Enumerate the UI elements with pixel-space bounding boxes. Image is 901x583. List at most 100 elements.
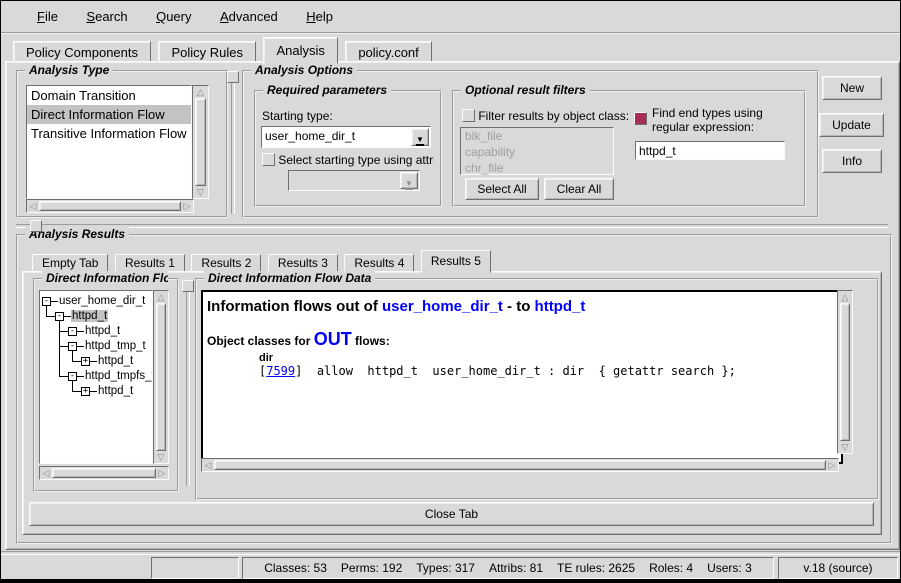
tree-hscrollbar[interactable]: ◁ ▷ (39, 466, 169, 480)
tree-data-sash-handle[interactable] (182, 280, 194, 292)
stat-perms: Perms: 192 (334, 561, 409, 575)
data-hscrollbar[interactable]: ◁ ▷ (201, 458, 839, 472)
main-tab-bar: Policy Components Policy Rules Analysis … (13, 37, 435, 61)
rule-number-link[interactable]: 7599 (266, 364, 295, 378)
tree-node-label[interactable]: httpd_tmpfs_t (84, 370, 153, 382)
attrib-checkbox-row[interactable]: Select starting type using attrib: (262, 152, 434, 167)
tree-node-label[interactable]: httpd_t (84, 325, 121, 337)
flow-data-textarea[interactable]: Information flows out of user_home_dir_t… (201, 290, 843, 464)
starting-type-label: Starting type: (262, 109, 333, 123)
flow-tree[interactable]: -user_home_dir_t -httpd_t -httpd_t -http… (39, 290, 153, 464)
menu-file[interactable]: File (25, 7, 70, 26)
tree-node[interactable]: -user_home_dir_t (40, 294, 152, 309)
tree-node-label-selected[interactable]: httpd_t (71, 310, 108, 322)
filter-checkbox-row[interactable]: Filter results by object class: (462, 108, 629, 123)
expander-icon[interactable]: + (81, 357, 90, 366)
window-bottom-edge (1, 579, 900, 582)
filter-by-class-label: Filter results by object class: (478, 109, 629, 123)
results-tab-bar: Empty Tab Results 1 Results 2 Results 3 … (32, 250, 493, 271)
list-item[interactable]: Transitive Information Flow (27, 124, 191, 143)
object-class-label: dir (259, 352, 837, 364)
stat-users: Users: 3 (700, 561, 759, 575)
tree-node[interactable]: + httpd_t (40, 384, 152, 399)
analysis-results-frame: Analysis Results Empty Tab Results 1 Res… (16, 234, 892, 544)
tab-analysis[interactable]: Analysis (263, 37, 337, 64)
stat-attribs: Attribs: 81 (482, 561, 550, 575)
tree-node[interactable]: -httpd_t (40, 309, 152, 324)
update-button[interactable]: Update (819, 113, 884, 137)
analysis-type-vscrollbar[interactable]: △ ▽ (192, 85, 209, 199)
scroll-thumb[interactable] (52, 468, 156, 478)
scroll-thumb[interactable] (156, 303, 166, 451)
pane-sash[interactable] (231, 82, 235, 214)
pane-sash-handle[interactable] (227, 71, 239, 83)
scroll-down-icon[interactable]: ▽ (193, 186, 208, 198)
new-button[interactable]: New (822, 76, 882, 100)
apol-window: File Search Query Advanced Help Policy C… (0, 0, 901, 583)
regex-checkbox-label: Find end types using regular expression: (652, 106, 786, 134)
scroll-thumb[interactable] (39, 201, 181, 211)
menu-query[interactable]: Query (144, 7, 203, 26)
filter-by-class-checkbox[interactable] (462, 109, 475, 122)
tree-vscrollbar[interactable]: △ ▽ (153, 290, 169, 464)
regex-input[interactable] (635, 141, 785, 160)
scroll-up-icon[interactable]: △ (154, 291, 168, 303)
expander-icon[interactable]: - (68, 372, 77, 381)
scroll-thumb[interactable] (840, 303, 850, 441)
optional-result-filters-frame: Optional result filters Filter results b… (452, 90, 806, 207)
scroll-down-icon[interactable]: ▽ (154, 451, 168, 463)
analysis-type-hscrollbar[interactable]: ◁ ▷ (26, 199, 194, 213)
scroll-right-icon[interactable]: ▷ (181, 200, 193, 212)
tree-node[interactable]: -httpd_tmp_t (40, 339, 152, 354)
tree-node[interactable]: -httpd_t (40, 324, 152, 339)
scroll-down-icon[interactable]: ▽ (838, 441, 852, 453)
results-sash-handle[interactable] (30, 220, 42, 232)
tree-data-sash[interactable] (186, 291, 190, 486)
statusbar-separator (1, 551, 900, 555)
tree-node-label[interactable]: httpd_tmp_t (84, 340, 147, 352)
close-tab-button[interactable]: Close Tab (29, 502, 874, 526)
stat-types: Types: 317 (409, 561, 482, 575)
flow-data-title: Direct Information Flow Data (204, 271, 375, 285)
menu-search[interactable]: Search (74, 7, 139, 26)
scroll-right-icon[interactable]: ▷ (826, 459, 838, 471)
flow-tree-frame: Direct Information Flow Tree (33, 278, 179, 492)
analysis-type-listbox[interactable]: Domain Transition Direct Information Flo… (26, 85, 192, 199)
expander-icon[interactable]: - (68, 327, 77, 336)
select-all-button[interactable]: Select All (465, 178, 539, 200)
data-vscrollbar[interactable]: △ ▽ (837, 290, 853, 454)
scroll-left-icon[interactable]: ◁ (40, 467, 52, 479)
tree-node-label[interactable]: httpd_t (97, 385, 134, 397)
regex-checkbox[interactable] (634, 112, 647, 125)
attrib-checkbox[interactable] (262, 153, 275, 166)
flow-heading: Information flows out of user_home_dir_t… (207, 298, 837, 315)
results-sash[interactable] (16, 224, 888, 228)
menu-advanced[interactable]: Advanced (208, 7, 290, 26)
tree-node-label[interactable]: user_home_dir_t (58, 295, 146, 307)
scroll-up-icon[interactable]: △ (193, 86, 208, 98)
scroll-right-icon[interactable]: ▷ (156, 467, 168, 479)
tree-node[interactable]: + httpd_t (40, 354, 152, 369)
tab-results-5[interactable]: Results 5 (421, 250, 491, 273)
starting-type-combobox[interactable]: user_home_dir_t ▼ (261, 126, 431, 148)
menu-help[interactable]: Help (294, 7, 345, 26)
tree-node-label[interactable]: httpd_t (97, 355, 134, 367)
expander-icon[interactable]: + (81, 387, 90, 396)
scroll-up-icon[interactable]: △ (838, 291, 852, 303)
combobox-dropdown-button[interactable]: ▼ (411, 128, 429, 146)
scroll-left-icon[interactable]: ◁ (202, 459, 214, 471)
scroll-left-icon[interactable]: ◁ (27, 200, 39, 212)
info-button[interactable]: Info (822, 149, 882, 173)
scroll-thumb[interactable] (214, 460, 826, 470)
tree-node[interactable]: -httpd_tmpfs_t (40, 369, 152, 384)
regex-checkbox-row[interactable]: Find end types using regular expression: (634, 106, 786, 134)
list-item-selected[interactable]: Direct Information Flow (27, 105, 191, 124)
expander-icon[interactable]: - (68, 342, 77, 351)
expander-icon[interactable]: - (55, 312, 64, 321)
clear-all-button[interactable]: Clear All (544, 178, 614, 200)
scroll-thumb[interactable] (195, 98, 206, 186)
expander-icon[interactable]: - (42, 297, 51, 306)
list-item[interactable]: Domain Transition (27, 86, 191, 105)
policy-stats: Classes: 53Perms: 192Types: 317Attribs: … (242, 557, 774, 579)
analysis-type-title: Analysis Type (25, 63, 113, 77)
